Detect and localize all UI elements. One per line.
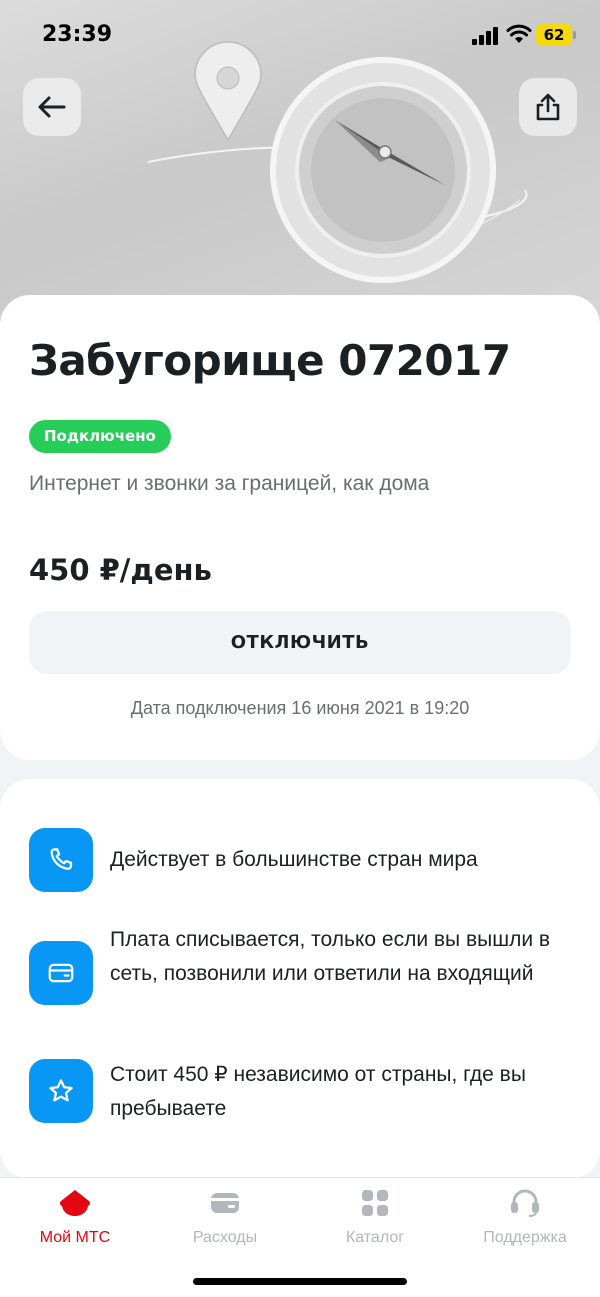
feature-text: Стоит 450 ₽ независимо от страны, где вы… xyxy=(110,1063,526,1120)
wallet-icon xyxy=(48,963,74,983)
battery-tip xyxy=(573,31,576,39)
arrow-left-icon xyxy=(38,96,66,118)
status-time: 23:39 xyxy=(42,22,113,47)
disable-button[interactable]: ОТКЛЮЧИТЬ xyxy=(29,611,571,674)
status-badge: Подключено xyxy=(29,420,171,453)
tab-catalog[interactable]: Каталог xyxy=(300,1183,450,1253)
back-button[interactable] xyxy=(23,78,81,136)
wallet-icon xyxy=(211,1193,239,1213)
share-icon xyxy=(536,93,560,121)
service-price: 450 ₽/день xyxy=(29,553,212,587)
home-icon xyxy=(59,1190,91,1216)
cellular-signal-icon xyxy=(472,27,498,45)
service-description: Интернет и звонки за границей, как дома xyxy=(29,472,430,495)
headset-icon xyxy=(511,1189,539,1217)
tab-support[interactable]: Поддержка xyxy=(450,1183,600,1253)
tab-label: Расходы xyxy=(192,1229,258,1246)
connection-date: Дата подключения 16 июня 2021 в 19:20 xyxy=(130,698,470,718)
feature-icon-box xyxy=(29,1059,93,1123)
star-icon xyxy=(49,1079,73,1102)
service-title: Забугорище 072017 xyxy=(29,336,511,385)
tab-label: Мой МТС xyxy=(39,1229,111,1246)
home-indicator xyxy=(193,1278,407,1285)
feature-text: Плата списывается, только если вы вышли … xyxy=(110,928,551,985)
battery-indicator: 62 xyxy=(536,24,572,46)
phone-icon xyxy=(50,848,73,870)
tab-label: Поддержка xyxy=(483,1229,567,1246)
grid-icon xyxy=(362,1190,388,1216)
tab-my-mts[interactable]: Мой МТС xyxy=(0,1183,150,1253)
compass-illustration xyxy=(147,41,528,283)
feature-text: Действует в большинстве стран мира xyxy=(110,848,478,871)
feature-icon-box xyxy=(29,941,93,1005)
tab-label: Каталог xyxy=(345,1229,405,1246)
status-bar: 23:39 62 xyxy=(0,0,600,70)
wifi-icon xyxy=(506,24,532,43)
share-button[interactable] xyxy=(519,78,577,136)
hero-banner: 23:39 62 xyxy=(0,0,600,330)
tab-expenses[interactable]: Расходы xyxy=(150,1183,300,1253)
feature-icon-box xyxy=(29,828,93,892)
